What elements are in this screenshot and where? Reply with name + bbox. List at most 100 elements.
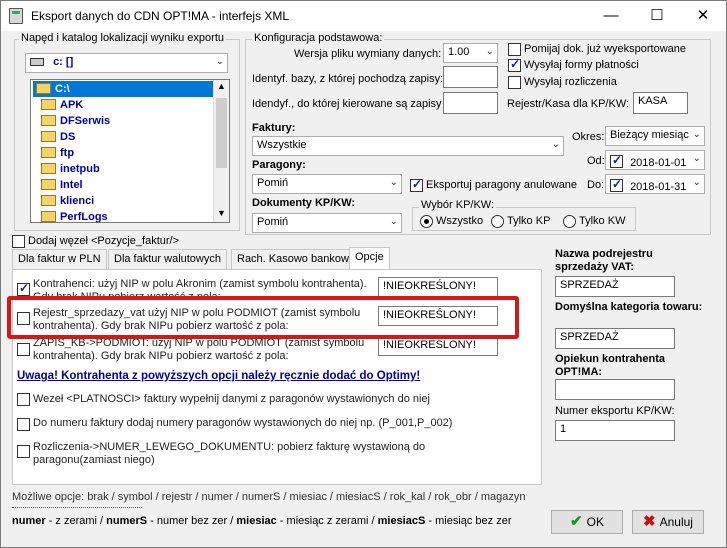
from-date-checkbox[interactable] (610, 153, 623, 168)
warning-text: Uwaga! Kontrahenta z powyższych opcji na… (17, 370, 421, 382)
opt-settlement-invoice-checkbox[interactable] (17, 445, 30, 458)
legend-miesiac: miesiac (236, 515, 277, 527)
send-settlements-checkbox[interactable] (508, 76, 521, 89)
default-category-label: Domyślna kategoria towaru: (555, 301, 703, 313)
legend-numers-desc: - numer bez zer / (147, 515, 237, 527)
kpkw-all-radio[interactable] (420, 215, 433, 228)
legend-numer-desc: - z zerami / (45, 515, 107, 527)
guardian-field[interactable] (555, 379, 675, 400)
opt-settlement-invoice-label: Rozliczenia->NUMER_LEWEGO_DOKUMENTU: pob… (33, 441, 426, 466)
cancel-button[interactable]: ✖ Anuluj (632, 510, 704, 534)
drive-select[interactable]: c: [] ⌄ (25, 53, 228, 73)
guardian-label: Opiekun kontrahenta OPT!MA: (555, 353, 666, 378)
opt-kb-entry-nip-field[interactable]: !NIEOKREŚLONY! (378, 336, 498, 356)
opt-add-receipt-numbers-checkbox[interactable] (17, 418, 30, 431)
legend-numer: numer (12, 515, 46, 527)
export-cancelled-receipts-label: Eksportuj paragony anulowane (426, 179, 578, 191)
opt-add-receipt-numbers-label: Do numeru faktury dodaj numery paragonów… (33, 417, 453, 429)
kpkw-label: Dokumenty KP/KW: (252, 197, 356, 209)
kpkw-only-kp-label: Tylko KP (507, 215, 551, 227)
export-number-label: Numer eksportu KP/KW: (555, 405, 675, 417)
close-button[interactable]: ✕ (680, 1, 726, 31)
folder-icon (41, 195, 56, 206)
tree-item-root[interactable]: C:\ (33, 81, 215, 97)
tab-cash-bank[interactable]: Rach. Kasowo bankowy (231, 249, 361, 269)
from-date-value: 2018-01-01 (630, 157, 687, 169)
from-date-picker[interactable]: 2018-01-01 ⌄ (605, 150, 705, 170)
folder-icon (41, 179, 56, 190)
version-select[interactable]: 1.00 ⌄ (443, 43, 498, 63)
opt-kb-entry-nip-label: ZAPIS_KB->PODMIOT: użyj NIP w polu PODMI… (33, 337, 365, 362)
period-label: Okres: (572, 131, 605, 143)
opt-payments-node-label: Wezeł <PLATNOSCI> faktury wypełnij danym… (33, 393, 430, 405)
legend-miesiac-desc: - miesiąc z zerami / (276, 515, 378, 527)
export-number-field[interactable]: 1 (555, 420, 675, 441)
kpkw-only-kp-radio[interactable] (491, 215, 504, 228)
drive-icon (30, 58, 44, 67)
title-bar: Eksport danych do CDN OPT!MA - interfejs… (1, 1, 726, 31)
cancel-label: Anuluj (659, 515, 693, 529)
opt-payments-node-checkbox[interactable] (17, 393, 30, 406)
checkmark-icon: ✔ (570, 513, 583, 530)
scroll-up-arrow-icon[interactable]: ▲ (217, 81, 226, 91)
drive-group-title: Napęd i katalog lokalizacji wyniku expor… (19, 32, 226, 44)
kpkw-select[interactable]: Pomiń ⌄ (252, 213, 402, 233)
folder-icon (41, 163, 56, 174)
add-node-label: Dodaj węzeł <Pozycje_faktur/> (28, 235, 180, 247)
receipts-select[interactable]: Pomiń ⌄ (252, 174, 402, 194)
maximize-button[interactable]: ☐ (634, 1, 680, 31)
kpkw-only-kw-label: Tylko KW (579, 215, 626, 227)
format-legend: numer - z zerami / numerS - numer bez ze… (12, 515, 512, 527)
version-label: Wersja pliku wymiany danych: (294, 48, 442, 60)
kpkw-choice-title: Wybór KP/KW: (419, 199, 497, 211)
window-title: Eksport danych do CDN OPT!MA - interfejs… (31, 9, 290, 23)
chevron-down-icon: ⌄ (551, 139, 560, 150)
add-node-checkbox[interactable] (12, 235, 25, 248)
tab-currency[interactable]: Dla faktur walutowych (108, 249, 227, 269)
register-field[interactable]: KASA (633, 92, 688, 114)
ok-button[interactable]: ✔ OK (551, 510, 623, 534)
legend-miesiacs: miesiacS (377, 515, 426, 527)
x-cancel-icon: ✖ (643, 513, 656, 530)
invoices-select[interactable]: Wszystkie ⌄ (252, 136, 564, 156)
chevron-down-icon: ⌄ (692, 129, 701, 140)
drive-value: c: [] (53, 56, 74, 68)
kp-id-field[interactable] (443, 92, 498, 114)
opt-contractor-nip-field[interactable]: !NIEOKREŚLONY! (378, 277, 498, 297)
export-dialog: Eksport danych do CDN OPT!MA - interfejs… (0, 0, 727, 548)
subregister-field[interactable]: SPRZEDAŻ (555, 276, 675, 297)
folder-icon (41, 115, 56, 126)
tree-scrollbar[interactable]: ▲ ▼ (213, 80, 229, 222)
invoices-label: Faktury: (252, 122, 296, 134)
folder-tree[interactable]: C:\ APK DFSerwis DS ftp inetpub Intel kl… (30, 79, 230, 223)
tab-pln[interactable]: Dla faktur w PLN (12, 249, 107, 269)
send-payment-forms-checkbox[interactable] (508, 57, 521, 72)
skip-exported-checkbox[interactable] (508, 43, 521, 56)
opt-kb-entry-nip-checkbox[interactable] (17, 343, 30, 356)
send-payment-forms-label: Wysyłaj formy płatności (524, 59, 639, 71)
highlight-frame (7, 296, 519, 339)
opt-contractor-nip-checkbox[interactable] (17, 281, 30, 296)
default-category-field[interactable]: SPRZEDAŻ (555, 328, 675, 349)
chevron-down-icon: ⌄ (215, 56, 224, 67)
from-label: Od: (587, 155, 605, 167)
receipts-label: Paragony: (252, 159, 306, 171)
scroll-down-arrow-icon[interactable]: ▼ (217, 208, 226, 218)
folder-icon (41, 211, 56, 222)
folder-icon (41, 147, 56, 158)
version-value: 1.00 (448, 46, 470, 58)
tab-options[interactable]: Opcje (349, 247, 390, 269)
period-select[interactable]: Bieżący miesiąc ⌄ (605, 126, 705, 146)
to-date-checkbox[interactable] (610, 177, 623, 192)
skip-exported-label: Pomijaj dok. już wyeksportowane (524, 43, 687, 55)
export-cancelled-receipts-checkbox[interactable] (410, 177, 423, 192)
period-value: Bieżący miesiąc (610, 129, 689, 141)
chevron-down-icon: ⌄ (389, 177, 398, 188)
scroll-thumb[interactable] (216, 98, 227, 168)
kpkw-only-kw-radio[interactable] (563, 215, 576, 228)
minimize-button[interactable]: — (588, 1, 634, 31)
db-id-field[interactable] (443, 66, 498, 88)
to-date-picker[interactable]: 2018-01-31 ⌄ (605, 174, 705, 194)
receipts-value: Pomiń (257, 177, 289, 189)
chevron-down-icon: ⌄ (485, 46, 494, 57)
